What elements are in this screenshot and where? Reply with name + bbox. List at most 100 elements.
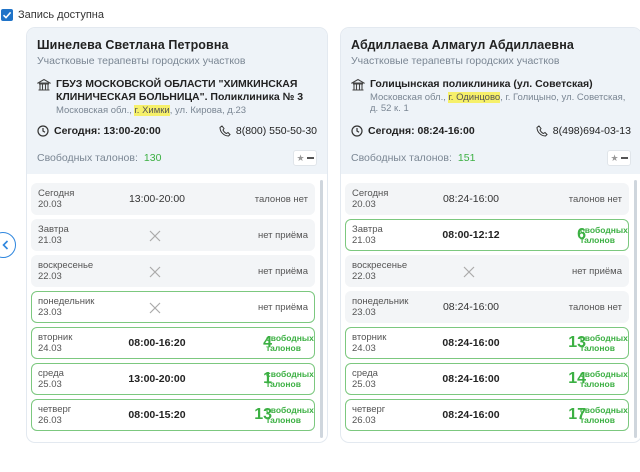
slot-day-wrap: воскресенье 22.03 (38, 260, 93, 282)
doctor-name[interactable]: Абдиллаева Алмагул Абдиллаевна (351, 38, 631, 52)
slot-day-wrap: среда 25.03 (38, 368, 64, 390)
schedule-list: Сегодня 20.03 13:00-20:00 талонов нет Зав… (27, 183, 327, 442)
cross-icon (149, 302, 161, 314)
star-icon: ★ (610, 152, 619, 163)
slot-date: 26.03 (352, 415, 376, 426)
schedule-slot: понедельник 23.03 08:24-16:00 талонов нет (345, 291, 629, 323)
slot-status: нет приёма (257, 266, 308, 277)
schedule-slot: воскресенье 22.03 нет приёма (31, 255, 315, 287)
doctor-card: Шинелева Светлана Петровна Участковые те… (27, 28, 327, 442)
slot-day-wrap: Завтра 21.03 (38, 224, 69, 246)
schedule-slot[interactable]: понедельник 23.03 нет приёма (31, 291, 315, 323)
slot-status: талонов нет (254, 194, 308, 205)
clock-icon (37, 125, 49, 137)
free-tickets-label: Свободных талонов: (351, 152, 452, 164)
favorite-button[interactable]: ★ (607, 150, 631, 166)
slot-day: четверг (38, 404, 72, 415)
slot-day-wrap: четверг 26.03 (352, 404, 385, 426)
schedule-list: Сегодня 20.03 08:24-16:00 талонов нет Зав… (341, 183, 640, 442)
schedule-slot-available[interactable]: среда 25.03 13:00-20:00 1 свободных талон… (31, 363, 315, 395)
phone-number: 8(498)694-03-13 (552, 125, 631, 137)
check-icon (2, 11, 12, 19)
clinic-info: Голицынская поликлиника (ул. Советская) … (351, 78, 631, 114)
address-street: , ул. Кирова, д.23 (169, 105, 247, 116)
clinic-address: Московская обл., г. Одинцово, г. Голицын… (370, 92, 631, 114)
doctor-name[interactable]: Шинелева Светлана Петровна (37, 38, 317, 52)
dash-icon (620, 157, 628, 159)
address-region: Московская обл., (370, 92, 449, 103)
cross-icon (149, 266, 161, 278)
slot-day: понедельник (38, 296, 95, 307)
slot-date: 24.03 (352, 343, 376, 354)
clock-icon (351, 125, 363, 137)
free-tickets-count: 130 (143, 152, 162, 164)
slot-day: Завтра (38, 224, 69, 235)
slot-day: Сегодня (352, 188, 389, 199)
slot-day: понедельник (352, 296, 409, 307)
phone-icon (219, 125, 231, 137)
schedule-slot: Завтра 21.03 нет приёма (31, 219, 315, 251)
schedule-slot-available[interactable]: среда 25.03 08:24-16:00 14 свободных тало… (345, 363, 629, 395)
schedule-slot-available[interactable]: Завтра 21.03 08:00-12:12 6 свободных тало… (345, 219, 629, 251)
slot-date: 22.03 (352, 271, 376, 282)
schedule-slot-available[interactable]: четверг 26.03 08:00-15:20 13 свободных та… (31, 399, 315, 431)
prev-button[interactable] (0, 232, 16, 258)
slot-day: вторник (38, 332, 73, 343)
cross-icon (463, 266, 475, 278)
slot-ticket-label: свободных талонов (580, 225, 628, 245)
schedule-slot-available[interactable]: вторник 24.03 08:24-16:00 13 свободных та… (345, 327, 629, 359)
slot-day-wrap: воскресенье 22.03 (352, 260, 407, 282)
slot-status: талонов нет (568, 194, 622, 205)
slot-day: Завтра (352, 224, 383, 235)
slot-day: воскресенье (352, 260, 408, 271)
favorite-button[interactable]: ★ (293, 150, 317, 166)
slot-day-wrap: среда 25.03 (352, 368, 378, 390)
slot-ticket-label: свободных талонов (266, 333, 314, 353)
slot-time: 13:00-20:00 (128, 373, 186, 385)
chevron-left-icon (2, 240, 9, 250)
slot-time: 13:00-20:00 (128, 193, 186, 205)
building-icon (351, 78, 365, 91)
building-icon (37, 78, 51, 91)
availability-checkbox[interactable] (1, 9, 13, 21)
slot-day: вторник (352, 332, 387, 343)
slot-date: 23.03 (352, 307, 376, 318)
slot-day: среда (38, 368, 64, 379)
today-row: Сегодня: 13:00-20:00 8(800) 550-50-30 (37, 125, 317, 137)
slot-date: 25.03 (352, 379, 376, 390)
slot-ticket-label: свободных талонов (266, 369, 314, 389)
slot-date: 21.03 (352, 235, 376, 246)
phone-number: 8(800) 550-50-30 (235, 125, 317, 137)
doctor-card-header: Абдиллаева Алмагул Абдиллаевна Участковы… (341, 28, 640, 174)
cross-icon (149, 230, 161, 242)
slot-day: среда (352, 368, 378, 379)
phone-icon (536, 125, 548, 137)
doctor-role: Участковые терапевты городских участков (351, 55, 560, 67)
slot-date: 24.03 (38, 343, 62, 354)
free-tickets: Свободных талонов: 130 (37, 152, 161, 164)
slot-date: 20.03 (38, 199, 62, 210)
phone[interactable]: 8(800) 550-50-30 (219, 125, 317, 137)
slot-time: 08:00-15:20 (128, 409, 186, 421)
schedule-slot-available[interactable]: четверг 26.03 08:24-16:00 17 свободных та… (345, 399, 629, 431)
slot-day: воскресенье (38, 260, 94, 271)
slot-time: 08:24-16:00 (442, 409, 500, 421)
phone[interactable]: 8(498)694-03-13 (536, 125, 631, 137)
slot-status: нет приёма (257, 302, 308, 313)
address-region: Московская обл., (56, 105, 135, 116)
address-city-highlight: г. Химки (134, 105, 170, 116)
slot-day-wrap: понедельник 23.03 (352, 296, 408, 318)
slot-date: 25.03 (38, 379, 62, 390)
dash-icon (306, 157, 314, 159)
slot-date: 26.03 (38, 415, 62, 426)
slot-time: 08:24-16:00 (442, 337, 500, 349)
star-icon: ★ (296, 152, 305, 163)
today-hours-label: Сегодня: 13:00-20:00 (54, 125, 161, 137)
slot-ticket-label: свободных талонов (266, 405, 314, 425)
doctor-card-header: Шинелева Светлана Петровна Участковые те… (27, 28, 327, 174)
today-hours: Сегодня: 13:00-20:00 (37, 125, 161, 137)
availability-filter[interactable]: Запись доступна (0, 6, 104, 24)
schedule-slot: Сегодня 20.03 13:00-20:00 талонов нет (31, 183, 315, 215)
slot-time: 08:24-16:00 (442, 373, 500, 385)
schedule-slot-available[interactable]: вторник 24.03 08:00-16:20 4 свободных тал… (31, 327, 315, 359)
